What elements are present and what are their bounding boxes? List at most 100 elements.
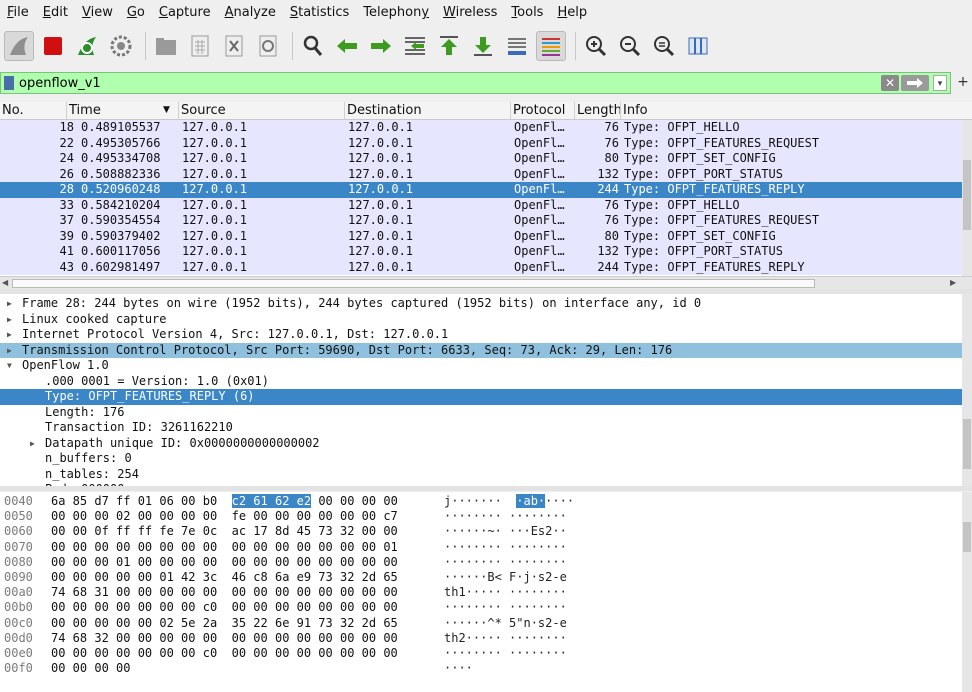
bytes-hex[interactable]: 6a 85 d7 ff 01 06 00 b0 c2 61 62 e2 00 0… bbox=[51, 494, 398, 509]
packet-row[interactable]: 41 0.600117056 127.0.0.1 127.0.0.1 OpenFl… 13… bbox=[0, 244, 962, 260]
open-file-button[interactable] bbox=[151, 31, 181, 61]
menu-item[interactable]: Statistics bbox=[283, 0, 356, 26]
save-file-button[interactable] bbox=[185, 31, 215, 61]
start-capture-button[interactable] bbox=[4, 31, 34, 61]
column-header-info[interactable]: Info bbox=[621, 102, 972, 119]
bytes-hex[interactable]: 74 68 32 00 00 00 00 00 00 00 00 00 00 0… bbox=[51, 631, 398, 646]
column-header-protocol[interactable]: Protocol bbox=[511, 102, 575, 119]
go-to-packet-button[interactable] bbox=[400, 31, 430, 61]
packet-list-hscroll-thumb[interactable] bbox=[12, 279, 815, 288]
packet-row[interactable]: 33 0.584210204 127.0.0.1 127.0.0.1 OpenFl… 76… bbox=[0, 197, 962, 213]
bytes-hex[interactable]: 74 68 31 00 00 00 00 00 00 00 00 00 00 0… bbox=[51, 585, 398, 600]
menu-item[interactable]: Capture bbox=[152, 0, 218, 26]
packet-list-scroll-thumb[interactable] bbox=[963, 160, 971, 230]
bytes-vertical-scrollbar[interactable] bbox=[962, 492, 972, 692]
last-packet-button[interactable] bbox=[468, 31, 498, 61]
bytes-hex[interactable]: 00 00 00 02 00 00 00 00 fe 00 00 00 00 0… bbox=[51, 509, 398, 524]
bytes-ascii[interactable]: j······· ·ab····· bbox=[444, 494, 574, 509]
detail-tree-item[interactable]: n_buffers: 0 bbox=[0, 451, 962, 467]
column-header-source[interactable]: Source bbox=[179, 102, 345, 119]
menu-item[interactable]: Go bbox=[120, 0, 152, 26]
detail-tree-item[interactable]: ▶ Linux cooked capture bbox=[0, 312, 962, 328]
bytes-ascii[interactable]: ········ ········ bbox=[444, 555, 567, 570]
chevron-right-icon[interactable]: ▶ bbox=[30, 436, 35, 451]
menu-item[interactable]: Telephony bbox=[356, 0, 436, 26]
resize-columns-button[interactable] bbox=[683, 31, 713, 61]
menu-item[interactable]: View bbox=[75, 0, 120, 26]
bytes-ascii[interactable]: ········ ········ bbox=[444, 540, 567, 555]
detail-tree-item[interactable]: .000 0001 = Version: 1.0 (0x01) bbox=[0, 374, 962, 390]
bytes-hex[interactable]: 00 00 00 00 00 00 00 c0 00 00 00 00 00 0… bbox=[51, 600, 398, 615]
scroll-right-icon[interactable]: ▶ bbox=[950, 278, 956, 287]
detail-tree-item[interactable]: Length: 176 bbox=[0, 405, 962, 421]
colorize-button[interactable] bbox=[536, 31, 566, 61]
bytes-ascii[interactable]: ········ ········ bbox=[444, 600, 567, 615]
column-header-destination[interactable]: Destination bbox=[345, 102, 511, 119]
chevron-right-icon[interactable]: ▶ bbox=[7, 312, 12, 327]
bookmark-icon[interactable] bbox=[4, 76, 14, 90]
apply-filter-button[interactable] bbox=[901, 75, 929, 91]
detail-tree-item[interactable]: ▼ OpenFlow 1.0 bbox=[0, 358, 962, 374]
add-filter-button-icon[interactable]: + bbox=[956, 73, 970, 91]
packet-row[interactable]: 24 0.495334708 127.0.0.1 127.0.0.1 OpenFl… 80… bbox=[0, 151, 962, 167]
autoscroll-button[interactable] bbox=[502, 31, 532, 61]
column-header-length[interactable]: Length bbox=[575, 102, 621, 119]
chevron-down-icon[interactable]: ▼ bbox=[7, 358, 12, 373]
detail-tree-item[interactable]: ▶ Transmission Control Protocol, Src Port… bbox=[0, 342, 962, 358]
column-header-time[interactable]: Time ▼ bbox=[67, 102, 179, 119]
bytes-hex[interactable]: 00 00 00 00 bbox=[51, 661, 130, 676]
bytes-ascii[interactable]: ······^* 5"n·s2-e bbox=[444, 616, 567, 631]
display-filter-input[interactable] bbox=[19, 74, 839, 92]
packet-list-horizontal-scrollbar[interactable]: ◀ ▶ bbox=[0, 276, 972, 290]
packet-row[interactable]: 26 0.508882336 127.0.0.1 127.0.0.1 OpenFl… 13… bbox=[0, 166, 962, 182]
packet-row[interactable]: 28 0.520960248 127.0.0.1 127.0.0.1 OpenFl… 24… bbox=[0, 182, 962, 198]
close-file-button[interactable] bbox=[219, 31, 249, 61]
details-scroll-thumb[interactable] bbox=[963, 419, 971, 469]
packet-list-vertical-scrollbar[interactable] bbox=[962, 120, 972, 276]
bytes-hex[interactable]: 00 00 00 00 00 02 5e 2a 35 22 6e 91 73 3… bbox=[51, 616, 398, 631]
chevron-right-icon[interactable]: ▶ bbox=[7, 327, 12, 342]
bytes-ascii[interactable]: ········ ········ bbox=[444, 646, 567, 661]
restart-capture-button[interactable] bbox=[72, 31, 102, 61]
detail-tree-item[interactable]: ▶ Datapath unique ID: 0x0000000000000002 bbox=[0, 436, 962, 452]
bytes-ascii[interactable]: th2····· ········ bbox=[444, 631, 567, 646]
chevron-right-icon[interactable]: ▶ bbox=[7, 343, 12, 358]
go-back-button[interactable] bbox=[332, 31, 362, 61]
detail-tree-item[interactable]: Transaction ID: 3261162210 bbox=[0, 420, 962, 436]
bytes-ascii[interactable]: th1····· ········ bbox=[444, 585, 567, 600]
stop-capture-button[interactable] bbox=[38, 31, 68, 61]
bytes-hex[interactable]: 00 00 00 00 00 00 00 c0 00 00 00 00 00 0… bbox=[51, 646, 398, 661]
menu-item[interactable]: Analyze bbox=[218, 0, 283, 26]
bytes-ascii[interactable]: ······~· ···Es2·· bbox=[444, 524, 567, 539]
capture-options-button[interactable] bbox=[106, 31, 136, 61]
menu-item[interactable]: Help bbox=[550, 0, 594, 26]
detail-tree-item[interactable]: n_tables: 254 bbox=[0, 467, 962, 483]
detail-tree-item[interactable]: ▶ Frame 28: 244 bytes on wire (1952 bits)… bbox=[0, 296, 962, 312]
zoom-out-button[interactable] bbox=[615, 31, 645, 61]
zoom-in-button[interactable] bbox=[581, 31, 611, 61]
scroll-left-icon[interactable]: ◀ bbox=[2, 278, 8, 287]
go-forward-button[interactable] bbox=[366, 31, 396, 61]
chevron-right-icon[interactable]: ▶ bbox=[7, 296, 12, 311]
pane-splitter[interactable] bbox=[0, 486, 972, 491]
bytes-hex[interactable]: 00 00 00 00 00 00 00 00 00 00 00 00 00 0… bbox=[51, 540, 398, 555]
reload-file-button[interactable] bbox=[253, 31, 283, 61]
detail-tree-item[interactable]: Type: OFPT_FEATURES_REPLY (6) bbox=[0, 389, 962, 405]
clear-filter-icon[interactable]: ✕ bbox=[881, 75, 899, 91]
filter-history-dropdown[interactable]: ▾ bbox=[933, 75, 947, 91]
bytes-ascii[interactable]: ······B< F·j·s2-e bbox=[444, 570, 567, 585]
menu-item[interactable]: File bbox=[0, 0, 36, 26]
packet-row[interactable]: 22 0.495305766 127.0.0.1 127.0.0.1 OpenFl… 76… bbox=[0, 135, 962, 151]
bytes-scroll-thumb[interactable] bbox=[963, 522, 971, 552]
packet-row[interactable]: 39 0.590379402 127.0.0.1 127.0.0.1 OpenFl… 80… bbox=[0, 228, 962, 244]
column-header-no[interactable]: No. bbox=[0, 102, 67, 119]
detail-tree-item[interactable]: ▶ Internet Protocol Version 4, Src: 127.0… bbox=[0, 327, 962, 343]
packet-row[interactable]: 43 0.602981497 127.0.0.1 127.0.0.1 OpenFl… 24… bbox=[0, 259, 962, 275]
bytes-ascii[interactable]: ···· bbox=[444, 661, 473, 676]
bytes-hex[interactable]: 00 00 00 01 00 00 00 00 00 00 00 00 00 0… bbox=[51, 555, 398, 570]
menu-item[interactable]: Edit bbox=[36, 0, 75, 26]
menu-item[interactable]: Tools bbox=[504, 0, 550, 26]
bytes-hex[interactable]: 00 00 0f ff ff fe 7e 0c ac 17 8d 45 73 3… bbox=[51, 524, 398, 539]
bytes-ascii[interactable]: ········ ········ bbox=[444, 509, 567, 524]
normal-size-button[interactable] bbox=[649, 31, 679, 61]
